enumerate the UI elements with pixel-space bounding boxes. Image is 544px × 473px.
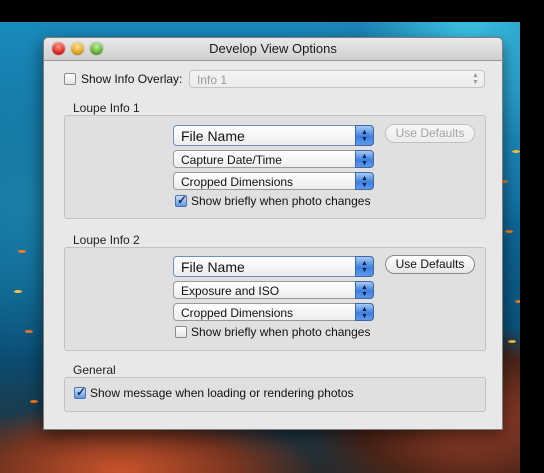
loupe2-show-briefly-checkbox[interactable] [175, 326, 187, 338]
show-message-label: Show message when loading or rendering p… [90, 386, 354, 400]
general-title: General [73, 363, 116, 377]
loupe1-field2-select[interactable]: Capture Date/Time ▲ ▼ [173, 150, 374, 168]
up-down-arrows-icon: ▲ ▼ [355, 172, 374, 190]
title-bar[interactable]: Develop View Options [44, 38, 502, 61]
loupe1-field3-select[interactable]: Cropped Dimensions ▲ ▼ [173, 172, 374, 190]
show-info-overlay-checkbox[interactable] [64, 73, 76, 85]
loupe2-field3-value: Cropped Dimensions [181, 306, 294, 320]
fish-decoration [30, 400, 38, 403]
fish-decoration [508, 340, 516, 343]
up-down-arrows-icon: ▲ ▼ [355, 303, 374, 321]
loupe1-field2-value: Capture Date/Time [181, 153, 282, 167]
loupe1-field3-value: Cropped Dimensions [181, 175, 294, 189]
fish-decoration [14, 290, 22, 293]
loupe1-field1-value: File Name [181, 128, 245, 144]
loupe1-use-defaults-button[interactable]: Use Defaults [385, 124, 475, 143]
develop-view-options-window: Develop View Options Show Info Overlay: … [43, 37, 503, 430]
top-black-bar [0, 0, 544, 22]
right-black-bar [520, 0, 544, 473]
loupe2-field2-select[interactable]: Exposure and ISO ▲ ▼ [173, 281, 374, 299]
loupe2-field1-select[interactable]: File Name ▲ ▼ [173, 256, 374, 277]
fish-decoration [18, 250, 26, 253]
checkmark-icon: ✓ [76, 385, 87, 399]
show-info-overlay-label: Show Info Overlay: [81, 72, 183, 86]
show-message-checkbox[interactable]: ✓ [74, 385, 87, 399]
up-down-arrows-icon: ▲ ▼ [355, 150, 374, 168]
loupe2-use-defaults-button[interactable]: Use Defaults [385, 255, 475, 274]
up-down-arrows-icon: ▲ ▼ [355, 256, 374, 277]
up-down-arrows-icon: ▲ ▼ [355, 281, 374, 299]
checkmark-icon: ✓ [177, 193, 188, 207]
loupe1-field1-select[interactable]: File Name ▲ ▼ [173, 125, 374, 146]
loupe1-show-briefly-label: Show briefly when photo changes [191, 194, 371, 208]
loupe2-field3-select[interactable]: Cropped Dimensions ▲ ▼ [173, 303, 374, 321]
loupe1-show-briefly-checkbox[interactable]: ✓ [175, 193, 188, 207]
fish-decoration [25, 330, 33, 333]
loupe2-show-briefly-label: Show briefly when photo changes [191, 325, 371, 339]
fish-decoration [512, 150, 520, 153]
window-title: Develop View Options [209, 41, 337, 56]
loupe2-field2-value: Exposure and ISO [181, 284, 280, 298]
up-down-arrows-icon: ▲ ▼ [472, 72, 479, 86]
loupe2-field1-value: File Name [181, 259, 245, 275]
loupe-info-1-title: Loupe Info 1 [73, 101, 140, 115]
up-down-arrows-icon: ▲ ▼ [355, 125, 374, 146]
info-overlay-value: Info 1 [197, 73, 228, 87]
fish-decoration [505, 230, 513, 233]
loupe-info-2-title: Loupe Info 2 [73, 233, 140, 247]
info-overlay-select[interactable]: Info 1 ▲ ▼ [189, 70, 485, 88]
